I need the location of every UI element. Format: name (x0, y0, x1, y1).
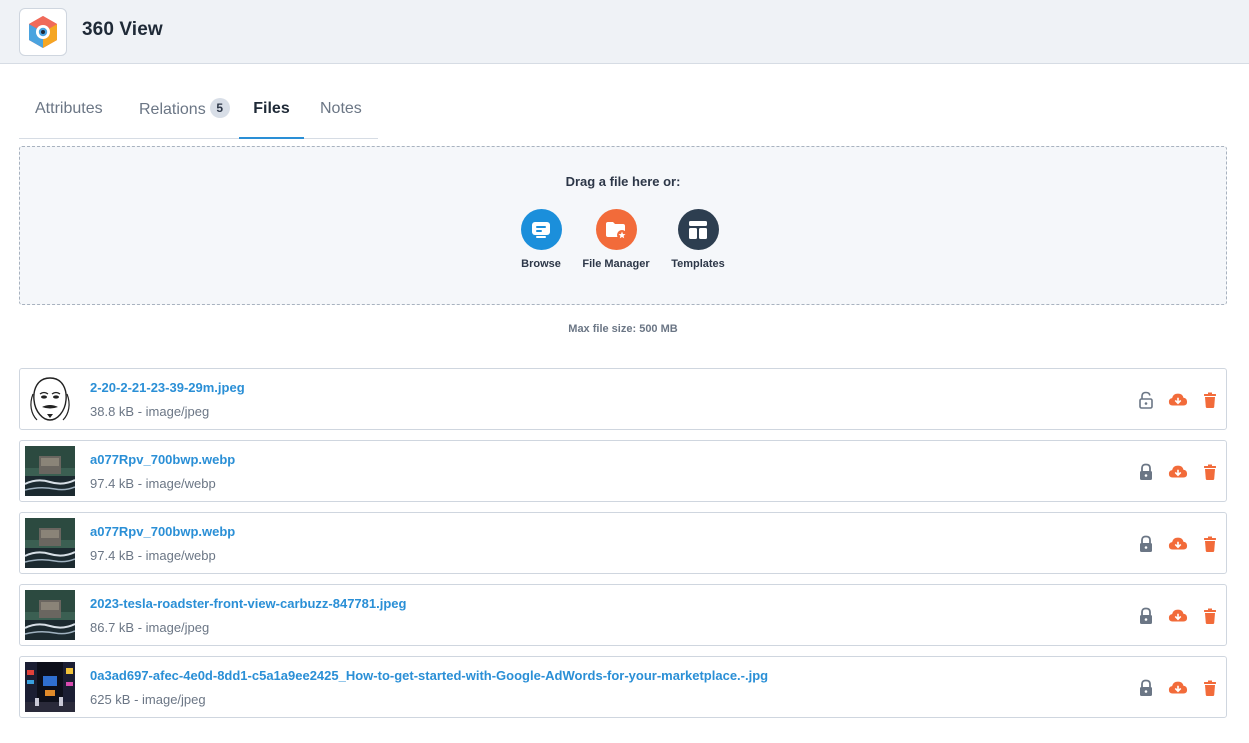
file-manager-button[interactable]: File Manager (571, 209, 661, 270)
download-icon[interactable] (1168, 678, 1188, 698)
tab-attributes[interactable]: Attributes (35, 87, 103, 139)
trash-icon[interactable] (1200, 678, 1220, 698)
file-name-link[interactable]: 2-20-2-21-23-39-29m.jpeg (90, 380, 245, 395)
file-meta: 86.7 kB - image/jpeg (90, 620, 210, 635)
file-name-link[interactable]: a077Rpv_700bwp.webp (90, 524, 235, 539)
download-icon[interactable] (1168, 606, 1188, 626)
trash-icon[interactable] (1200, 534, 1220, 554)
file-name-link[interactable]: a077Rpv_700bwp.webp (90, 452, 235, 467)
tab-notes[interactable]: Notes (320, 87, 362, 139)
file-thumbnail[interactable] (25, 374, 75, 424)
file-name-link[interactable]: 0a3ad697-afec-4e0d-8dd1-c5a1a9ee2425_How… (90, 668, 768, 683)
file-row: 2-20-2-21-23-39-29m.jpeg 38.8 kB - image… (19, 368, 1227, 430)
templates-button[interactable]: Templates (653, 209, 743, 270)
file-row: 0a3ad697-afec-4e0d-8dd1-c5a1a9ee2425_How… (19, 656, 1227, 718)
app-logo (19, 8, 67, 56)
trash-icon[interactable] (1200, 462, 1220, 482)
unlock-icon[interactable] (1136, 390, 1156, 410)
browse-icon (520, 209, 562, 250)
templates-icon (677, 209, 719, 250)
lock-icon[interactable] (1136, 678, 1156, 698)
file-thumbnail[interactable] (25, 518, 75, 568)
download-icon[interactable] (1168, 534, 1188, 554)
download-icon[interactable] (1168, 462, 1188, 482)
lock-icon[interactable] (1136, 462, 1156, 482)
tab-label: Attributes (35, 100, 103, 117)
file-name-link[interactable]: 2023-tesla-roadster-front-view-carbuzz-8… (90, 596, 406, 611)
file-thumbnail[interactable] (25, 590, 75, 640)
file-meta: 97.4 kB - image/webp (90, 476, 216, 491)
file-meta: 625 kB - image/jpeg (90, 692, 206, 707)
file-manager-label: File Manager (582, 258, 650, 270)
tab-label: Notes (320, 100, 362, 117)
top-bar: 360 View (0, 0, 1249, 64)
folder-star-icon (595, 209, 637, 250)
max-file-size-note: Max file size: 500 MB (568, 323, 678, 335)
templates-label: Templates (671, 258, 725, 270)
trash-icon[interactable] (1200, 606, 1220, 626)
file-meta: 38.8 kB - image/jpeg (90, 404, 210, 419)
download-icon[interactable] (1168, 390, 1188, 410)
file-row: a077Rpv_700bwp.webp 97.4 kB - image/webp (19, 440, 1227, 502)
file-thumbnail[interactable] (25, 662, 75, 712)
tab-label: Files (253, 100, 290, 117)
lock-icon[interactable] (1136, 606, 1156, 626)
file-meta: 97.4 kB - image/webp (90, 548, 216, 563)
file-row: 2023-tesla-roadster-front-view-carbuzz-8… (19, 584, 1227, 646)
tab-label: Relations (139, 101, 206, 118)
file-thumbnail[interactable] (25, 446, 75, 496)
dropzone-prompt: Drag a file here or: (565, 174, 681, 189)
lock-icon[interactable] (1136, 534, 1156, 554)
trash-icon[interactable] (1200, 390, 1220, 410)
tab-files[interactable]: Files (239, 87, 304, 139)
relations-count-badge: 5 (209, 98, 230, 118)
file-row: a077Rpv_700bwp.webp 97.4 kB - image/webp (19, 512, 1227, 574)
file-dropzone[interactable]: Drag a file here or: Browse File Manager (19, 146, 1227, 305)
page-title: 360 View (82, 19, 163, 40)
tab-relations[interactable]: Relations 5 (139, 87, 230, 139)
cube-logo-icon (29, 16, 57, 48)
tab-bar: Attributes Relations 5 Files Notes (19, 87, 378, 139)
